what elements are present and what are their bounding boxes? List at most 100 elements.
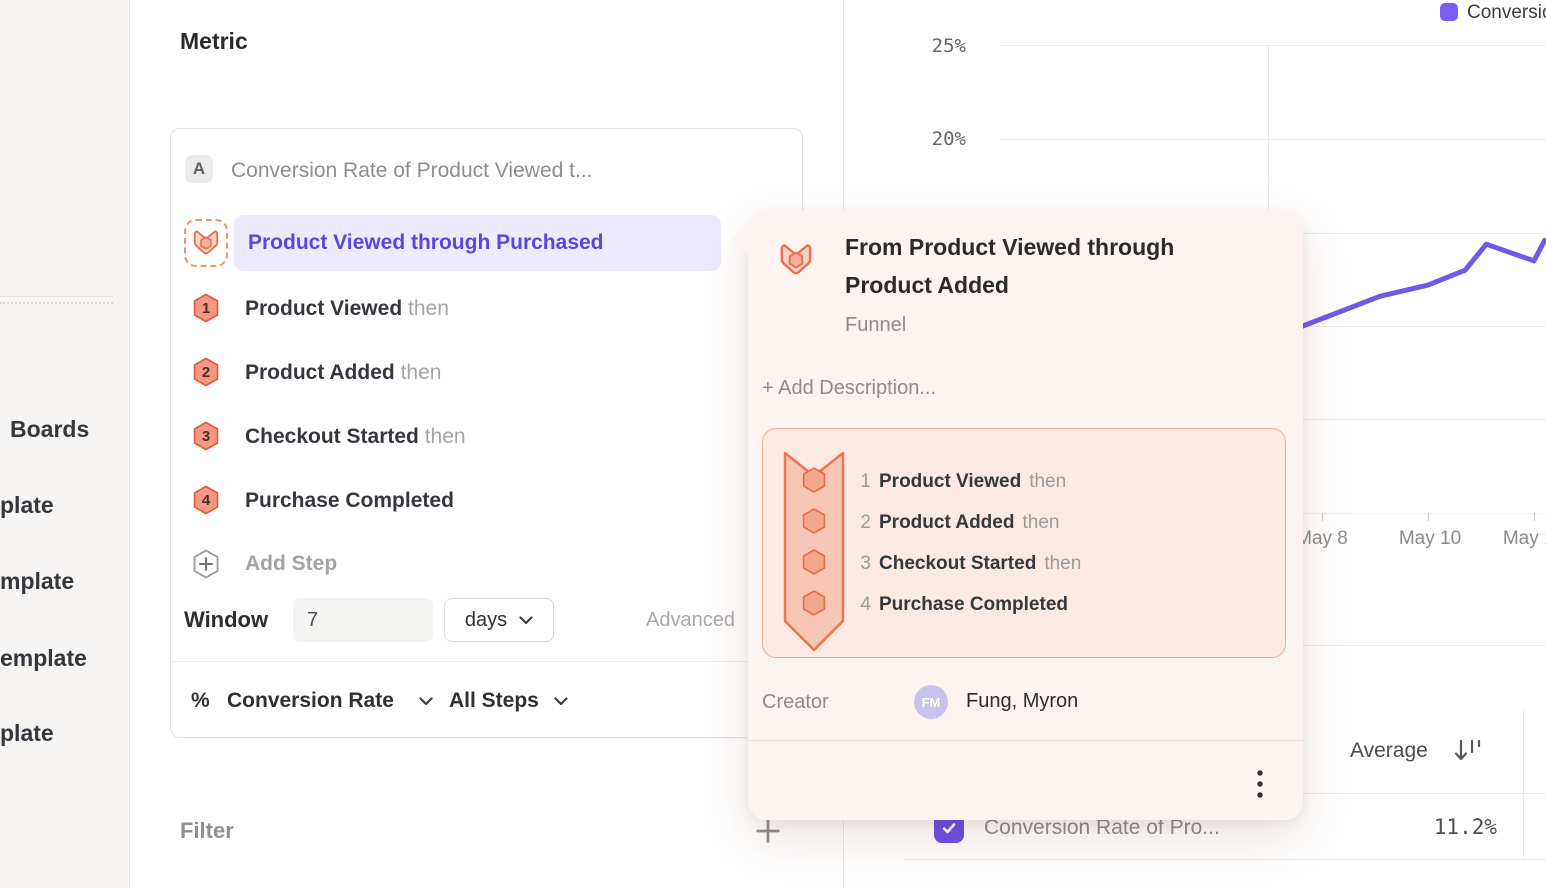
- popover-step-1-name: Product Viewed: [879, 471, 1021, 493]
- popover-step-1-suffix: then: [1029, 471, 1066, 493]
- popover-step-3-num: 3: [859, 553, 871, 575]
- step-2-row[interactable]: Product Added then: [245, 361, 441, 385]
- popover-step-4-num: 4: [859, 594, 871, 616]
- svg-text:4: 4: [202, 492, 211, 509]
- funnel-icon: [776, 240, 816, 280]
- chevron-down-icon[interactable]: [554, 697, 568, 706]
- metric-card: A Conversion Rate of Product Viewed t...…: [170, 128, 803, 738]
- sidebar-item-template-2[interactable]: mplate: [0, 568, 74, 595]
- selected-funnel-step-label: Product Viewed through Purchased: [248, 231, 604, 255]
- funnel-metric-builder-screen: Boards plate mplate emplate plate Metric…: [0, 0, 1546, 888]
- gridline: [1000, 45, 1546, 46]
- sidebar-item-template-4[interactable]: plate: [0, 720, 54, 747]
- svg-text:1: 1: [202, 300, 210, 317]
- gridline: [1000, 139, 1546, 140]
- more-options-button[interactable]: [1240, 762, 1280, 806]
- popover-step-1-num: 1: [859, 471, 871, 493]
- legend-swatch: [1440, 3, 1458, 21]
- sidebar-item-boards[interactable]: Boards: [10, 416, 89, 443]
- popover-step-1: 1 Product Viewed then: [859, 471, 1066, 493]
- window-value-input[interactable]: [293, 598, 433, 642]
- step-2-icon: 2: [193, 357, 219, 387]
- popover-step-3-suffix: then: [1044, 553, 1081, 575]
- x-axis-tick: [1534, 513, 1535, 521]
- steps-scope-dropdown[interactable]: All Steps: [449, 689, 539, 713]
- creator-label: Creator: [762, 691, 829, 714]
- percent-symbol: %: [191, 689, 210, 713]
- funnel-steps-preview-card: 1 Product Viewed then 2 Product Added th…: [762, 428, 1286, 658]
- funnel-ribbon-icon: [783, 451, 845, 653]
- step-1-icon: 1: [193, 293, 219, 323]
- creator-name: Fung, Myron: [966, 690, 1078, 713]
- sidebar-divider: [0, 296, 113, 297]
- trend-line: [1303, 240, 1545, 326]
- y-axis-tick-25: 25%: [906, 35, 966, 57]
- step-4-name: Purchase Completed: [245, 489, 454, 512]
- step-1-row[interactable]: Product Viewed then: [245, 297, 449, 321]
- kebab-menu-icon: [1257, 770, 1263, 798]
- y-axis-tick-20: 20%: [906, 128, 966, 150]
- measure-dropdown[interactable]: Conversion Rate: [227, 689, 394, 713]
- chevron-down-icon[interactable]: [419, 697, 433, 706]
- creator-avatar: FM: [914, 685, 948, 719]
- table-row-average-value: 11.2%: [1380, 815, 1497, 839]
- popover-step-2: 2 Product Added then: [859, 512, 1059, 534]
- legend-series-label[interactable]: Conversion Rate of Pro...: [1467, 2, 1546, 25]
- popover-step-2-name: Product Added: [879, 512, 1014, 534]
- popover-step-3-name: Checkout Started: [879, 553, 1036, 575]
- funnel-details-popover: From Product Viewed through Product Adde…: [748, 210, 1303, 820]
- funnel-selected-icon[interactable]: [184, 219, 228, 267]
- step-2-name: Product Added: [245, 361, 395, 384]
- metric-letter-badge: A: [185, 155, 213, 183]
- funnel-icon: [191, 227, 221, 259]
- svg-text:2: 2: [202, 364, 210, 381]
- sidebar-item-template-3[interactable]: emplate: [0, 645, 87, 672]
- x-axis-label-may10: May 10: [1385, 528, 1475, 550]
- step-3-name: Checkout Started: [245, 425, 419, 448]
- popover-step-2-suffix: then: [1022, 512, 1059, 534]
- popover-step-4-name: Purchase Completed: [879, 594, 1068, 616]
- step-1-name: Product Viewed: [245, 297, 402, 320]
- popover-arrow: [730, 226, 748, 254]
- popover-type-label: Funnel: [845, 314, 906, 337]
- table-row-separator: [905, 859, 1546, 860]
- check-icon: [940, 819, 958, 837]
- metric-card-title: Conversion Rate of Product Viewed t...: [231, 159, 592, 183]
- window-unit-value: days: [465, 609, 507, 632]
- add-step-icon[interactable]: [191, 549, 221, 579]
- add-step-button[interactable]: Add Step: [245, 552, 337, 576]
- svg-text:3: 3: [202, 428, 210, 445]
- step-4-row[interactable]: Purchase Completed: [245, 489, 454, 513]
- sidebar-item-template-1[interactable]: plate: [0, 492, 54, 519]
- step-3-suffix: then: [425, 425, 466, 448]
- popover-footer-divider: [748, 740, 1303, 741]
- popover-title: From Product Viewed through Product Adde…: [845, 228, 1215, 304]
- x-axis-label-may12: May 12: [1489, 528, 1546, 550]
- advanced-link[interactable]: Advanced: [646, 609, 735, 632]
- popover-title-line2: Product Added: [845, 266, 1215, 304]
- popover-title-line1: From Product Viewed through: [845, 228, 1215, 266]
- average-column-header[interactable]: Average: [1350, 739, 1428, 763]
- plus-icon: [753, 816, 783, 846]
- step-2-suffix: then: [401, 361, 442, 384]
- filter-section-title: Filter: [180, 818, 234, 844]
- window-label: Window: [184, 607, 268, 633]
- selected-funnel-step-pill[interactable]: Product Viewed through Purchased: [234, 215, 721, 271]
- add-filter-button[interactable]: [753, 816, 783, 846]
- step-1-suffix: then: [408, 297, 449, 320]
- popover-step-2-num: 2: [859, 512, 871, 534]
- table-column-divider: [1523, 710, 1524, 860]
- add-description-link[interactable]: + Add Description...: [762, 377, 936, 400]
- window-unit-select[interactable]: days: [444, 598, 554, 642]
- x-axis-tick: [1322, 513, 1323, 521]
- card-divider: [171, 661, 802, 662]
- sidebar-dotted-divider: [0, 302, 113, 304]
- sidebar: [0, 0, 130, 888]
- step-4-icon: 4: [193, 485, 219, 515]
- step-3-row[interactable]: Checkout Started then: [245, 425, 466, 449]
- chevron-down-icon: [519, 616, 533, 625]
- popover-step-3: 3 Checkout Started then: [859, 553, 1081, 575]
- sort-descending-icon[interactable]: [1452, 737, 1484, 767]
- step-3-icon: 3: [193, 421, 219, 451]
- metric-section-title: Metric: [180, 28, 248, 55]
